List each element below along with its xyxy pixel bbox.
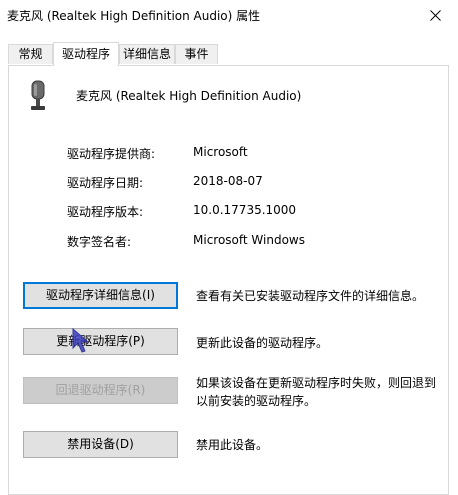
date-value: 2018-08-07: [193, 174, 263, 188]
tab-details[interactable]: 详细信息: [119, 44, 175, 64]
rollback-driver-desc-line2: 以前安装的驱动程序。: [196, 394, 317, 408]
rollback-driver-desc-line1: 如果该设备在更新驱动程序时失败，则回退到: [196, 376, 437, 390]
tab-events[interactable]: 事件: [175, 44, 218, 64]
disable-device-button[interactable]: 禁用设备(D): [23, 431, 178, 458]
window-title: 麦克风 (Realtek High Definition Audio) 属性: [7, 9, 261, 23]
close-icon: [430, 10, 441, 21]
tab-driver[interactable]: 驱动程序: [53, 42, 119, 66]
tab-general[interactable]: 常规: [8, 44, 53, 64]
update-driver-desc: 更新此设备的驱动程序。: [196, 336, 329, 350]
microphone-icon: [27, 80, 49, 115]
device-name: 麦克风 (Realtek High Definition Audio): [76, 89, 302, 103]
mouse-cursor-icon: [72, 327, 92, 357]
title-bar: 麦克风 (Realtek High Definition Audio) 属性: [0, 0, 458, 30]
tab-strip: 常规 驱动程序 详细信息 事件: [0, 42, 458, 66]
signer-label: 数字签名者:: [67, 235, 132, 249]
version-label: 驱动程序版本:: [67, 205, 144, 219]
version-value: 10.0.17735.1000: [193, 203, 297, 217]
provider-label: 驱动程序提供商:: [67, 147, 156, 161]
signer-value: Microsoft Windows: [193, 233, 305, 247]
provider-value: Microsoft: [193, 145, 248, 159]
date-label: 驱动程序日期:: [67, 176, 144, 190]
rollback-driver-button: 回退驱动程序(R): [23, 377, 178, 404]
update-driver-button[interactable]: 更新驱动程序(P): [23, 328, 178, 355]
close-button[interactable]: [413, 0, 458, 30]
driver-details-button[interactable]: 驱动程序详细信息(I): [23, 282, 178, 309]
driver-details-desc: 查看有关已安装驱动程序文件的详细信息。: [196, 289, 425, 303]
disable-device-desc: 禁用此设备。: [196, 438, 269, 452]
